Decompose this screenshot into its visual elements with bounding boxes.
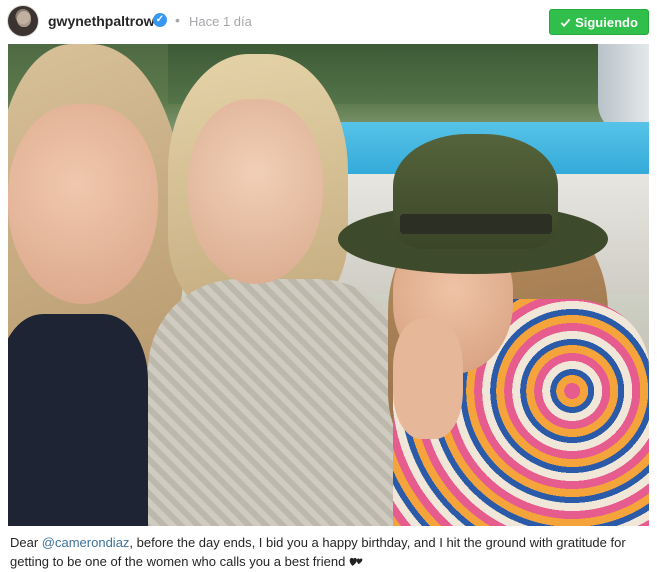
following-button[interactable]: Siguiendo	[549, 9, 649, 35]
verified-badge-icon: ✓	[153, 13, 167, 27]
separator-dot: •	[175, 12, 180, 28]
caption-prefix: Dear	[10, 535, 42, 550]
hat-band	[400, 214, 552, 234]
person-right-hand	[393, 319, 463, 439]
check-icon	[560, 18, 571, 27]
post-photo[interactable]	[8, 44, 649, 526]
person-left-body	[8, 314, 148, 526]
photo-pool-slide	[598, 44, 649, 134]
person-center-body	[148, 279, 408, 526]
post-caption: Dear @camerondiaz, before the day ends, …	[10, 533, 650, 571]
post-header: gwynethpaltrow ✓ • Hace 1 día Siguiendo	[0, 0, 657, 44]
instagram-post: gwynethpaltrow ✓ • Hace 1 día Siguiendo …	[0, 0, 657, 572]
two-hearts-icon	[349, 557, 363, 566]
following-button-label: Siguiendo	[575, 14, 638, 30]
person-left-face	[8, 104, 158, 304]
post-timestamp[interactable]: Hace 1 día	[189, 14, 252, 29]
avatar[interactable]	[7, 5, 39, 37]
caption-mention-link[interactable]: @camerondiaz	[42, 535, 130, 550]
person-center-face	[188, 99, 323, 284]
username-link[interactable]: gwynethpaltrow	[48, 13, 155, 29]
